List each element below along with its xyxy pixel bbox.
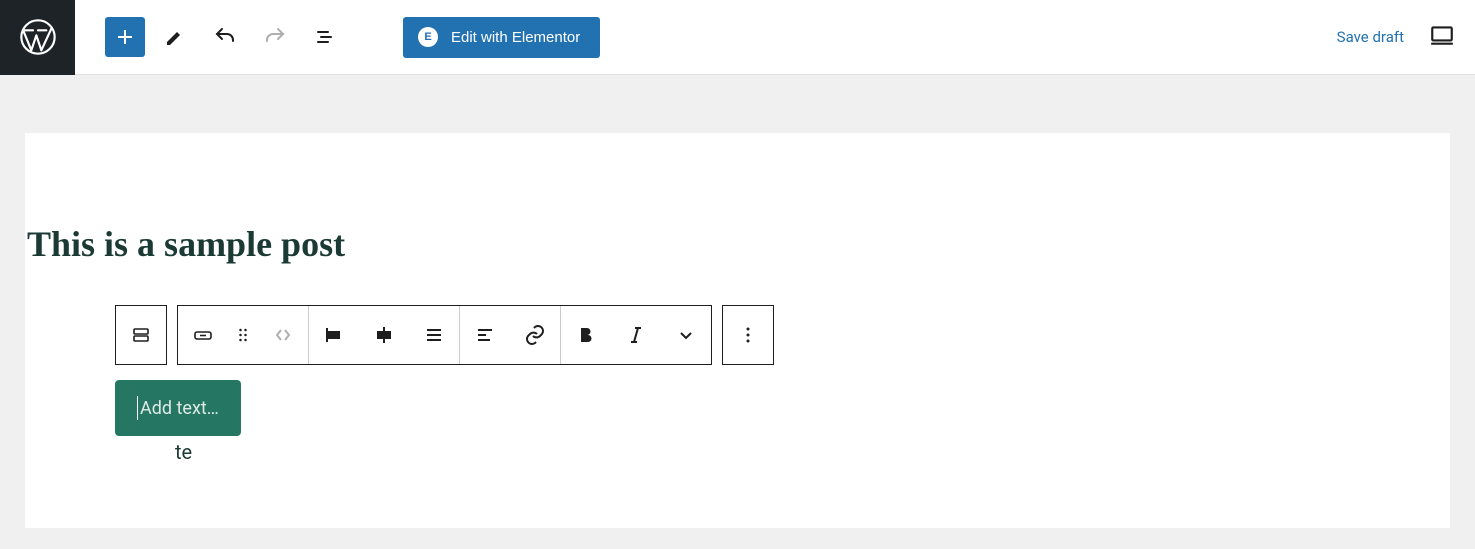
more-vertical-icon xyxy=(736,323,760,347)
block-hidden-text-fragment: te xyxy=(175,440,192,464)
bold-button[interactable] xyxy=(561,306,611,364)
italic-button[interactable] xyxy=(611,306,661,364)
buttons-block-icon xyxy=(129,323,153,347)
editor-canvas: This is a sample post te xyxy=(25,133,1450,528)
save-draft-button[interactable]: Save draft xyxy=(1337,28,1404,46)
editor-top-toolbar: E Edit with Elementor Save draft xyxy=(0,0,1475,75)
outline-icon xyxy=(313,25,337,49)
align-center-button[interactable] xyxy=(359,306,409,364)
move-button[interactable] xyxy=(258,306,308,364)
align-justify-icon xyxy=(422,323,446,347)
italic-icon xyxy=(624,323,648,347)
block-options-button[interactable] xyxy=(723,306,773,364)
button-block[interactable]: Add text… xyxy=(115,380,241,436)
button-block-placeholder: Add text… xyxy=(140,398,219,419)
block-toolbar xyxy=(115,305,1450,365)
align-left-button[interactable] xyxy=(309,306,359,364)
text-caret xyxy=(137,396,138,420)
edit-mode-button[interactable] xyxy=(155,17,195,57)
chevron-down-icon xyxy=(674,323,698,347)
bold-icon xyxy=(574,323,598,347)
transform-button[interactable] xyxy=(178,306,228,364)
redo-icon xyxy=(263,25,287,49)
undo-button[interactable] xyxy=(205,17,245,57)
wordpress-icon xyxy=(18,17,58,57)
elementor-button-label: Edit with Elementor xyxy=(451,29,580,46)
align-center-icon xyxy=(372,323,396,347)
pencil-icon xyxy=(163,25,187,49)
add-block-button[interactable] xyxy=(105,17,145,57)
desktop-preview-icon xyxy=(1429,22,1455,48)
link-icon xyxy=(523,323,547,347)
link-button[interactable] xyxy=(510,306,560,364)
text-align-left-icon xyxy=(473,323,497,347)
align-right-button[interactable] xyxy=(409,306,459,364)
align-left-icon xyxy=(322,323,346,347)
wordpress-logo-button[interactable] xyxy=(0,0,75,75)
redo-button[interactable] xyxy=(255,17,295,57)
chevrons-icon xyxy=(271,323,295,347)
edit-with-elementor-button[interactable]: E Edit with Elementor xyxy=(403,17,600,58)
text-align-button[interactable] xyxy=(460,306,510,364)
preview-button[interactable] xyxy=(1429,22,1455,52)
more-formatting-button[interactable] xyxy=(661,306,711,364)
block-type-button[interactable] xyxy=(116,306,166,364)
elementor-badge-icon: E xyxy=(418,27,438,47)
document-overview-button[interactable] xyxy=(305,17,345,57)
drag-icon xyxy=(233,325,253,345)
single-button-icon xyxy=(191,323,215,347)
undo-icon xyxy=(213,25,237,49)
drag-handle[interactable] xyxy=(228,306,258,364)
post-title[interactable]: This is a sample post xyxy=(27,223,1450,265)
plus-icon xyxy=(113,25,137,49)
